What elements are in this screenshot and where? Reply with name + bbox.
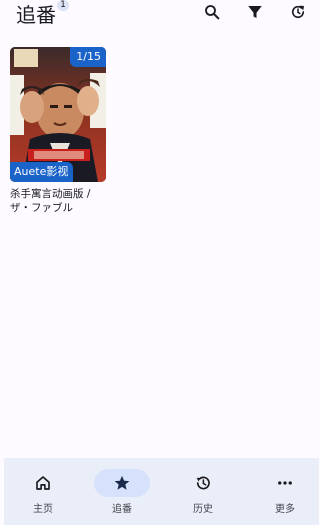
episode-badge: 1/15 [70,47,106,67]
filter-button[interactable] [244,1,266,23]
home-icon [36,476,50,490]
filter-icon [248,6,262,18]
nav-label-history: 历史 [193,504,213,515]
refresh-button[interactable] [287,1,309,23]
search-icon [205,5,220,20]
refresh-icon [291,5,305,19]
nav-pill-home [15,469,71,497]
star-icon [114,475,130,490]
page-title: 追番 [16,3,56,27]
follow-count-badge: 1 [57,0,69,11]
nav-item-history[interactable]: 历史 [164,458,242,525]
nav-label-following: 追番 [112,504,132,515]
history-icon [196,476,210,490]
anime-card[interactable]: 1/15 Auete影视 杀手寓言动画版 / ザ・ファブル [10,47,106,215]
search-button[interactable] [201,1,223,23]
source-badge: Auete影视 [10,162,74,182]
more-icon [278,481,292,485]
bottom-navigation-bar: 主页 追番 历史 更多 [4,458,319,525]
nav-label-more: 更多 [275,504,295,515]
nav-pill-more [257,469,313,497]
anime-poster[interactable]: 1/15 Auete影视 [10,47,106,182]
nav-pill-following [94,469,150,497]
nav-item-home[interactable]: 主页 [4,458,82,525]
nav-pill-history [175,469,231,497]
top-app-bar: 追番 1 [0,0,319,30]
nav-item-following[interactable]: 追番 [83,458,161,525]
nav-item-more[interactable]: 更多 [246,458,320,525]
nav-label-home: 主页 [33,504,53,515]
anime-title: 杀手寓言动画版 / ザ・ファブル [10,188,91,214]
